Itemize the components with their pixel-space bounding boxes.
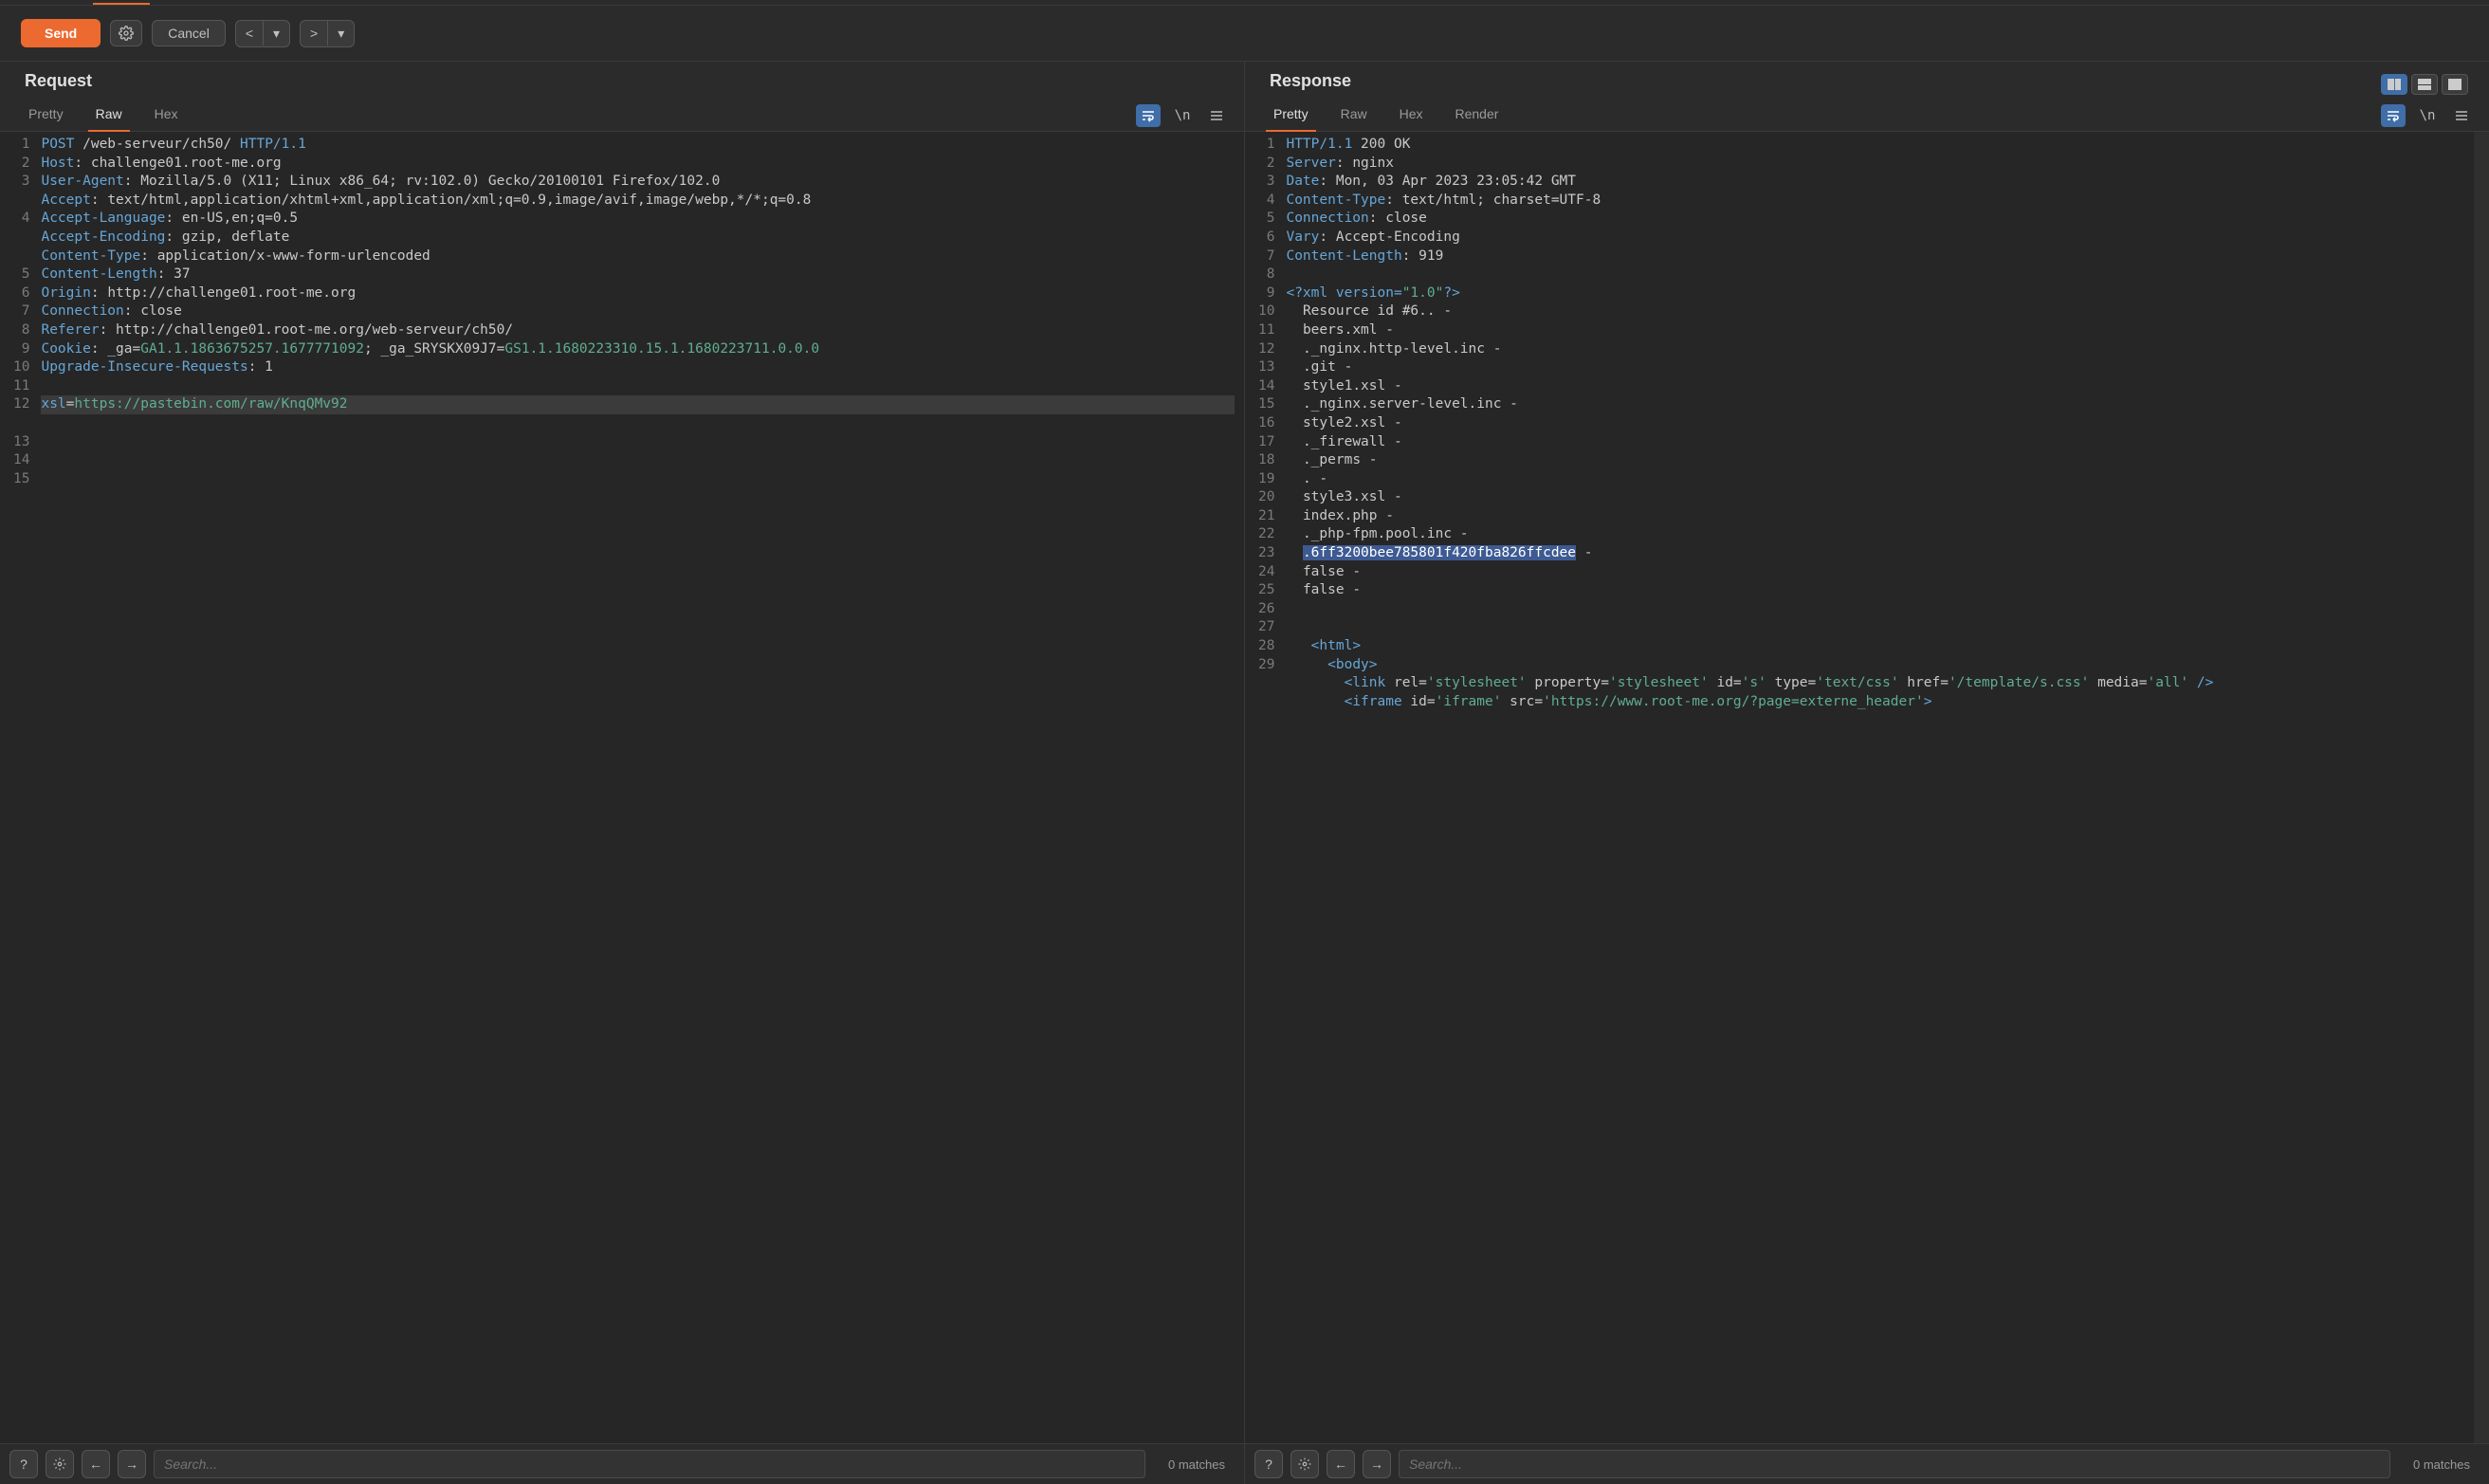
columns-icon: [2388, 79, 2401, 90]
search-next-button[interactable]: →: [1363, 1450, 1391, 1478]
response-code[interactable]: HTTP/1.1 200 OKServer: nginxDate: Mon, 0…: [1282, 132, 2474, 1443]
tab-hex[interactable]: Hex: [1396, 101, 1427, 131]
help-button[interactable]: ?: [9, 1450, 38, 1478]
hamburger-icon: [2454, 109, 2469, 122]
active-tab-indicator: [93, 3, 150, 5]
tab-raw[interactable]: Raw: [92, 101, 126, 131]
layout-single-button[interactable]: [2442, 74, 2468, 95]
response-panel: Response Pretty Raw Hex Render \n: [1245, 62, 2489, 1484]
editor-menu-button[interactable]: [2449, 104, 2474, 127]
gear-icon: [53, 1457, 66, 1471]
chevron-right-icon[interactable]: >: [301, 21, 328, 46]
search-prev-button[interactable]: ←: [82, 1450, 110, 1478]
show-nonprint-button[interactable]: \n: [2415, 104, 2440, 127]
hamburger-icon: [1209, 109, 1224, 122]
settings-button[interactable]: [110, 20, 142, 46]
top-tab-strip: [0, 0, 2489, 6]
arrow-left-icon: ←: [89, 1457, 102, 1472]
search-next-button[interactable]: →: [118, 1450, 146, 1478]
request-gutter: 123456789101112131415: [0, 132, 37, 1443]
prev-dropdown[interactable]: ▾: [264, 21, 289, 46]
arrow-right-icon: →: [1370, 1457, 1383, 1472]
response-matches: 0 matches: [2398, 1457, 2480, 1472]
tab-raw[interactable]: Raw: [1337, 101, 1371, 131]
response-editor[interactable]: 1234567891011121314151617181920212223242…: [1245, 132, 2489, 1443]
request-search-input[interactable]: [154, 1450, 1145, 1478]
next-button-group[interactable]: > ▾: [300, 20, 355, 47]
response-search-input[interactable]: [1399, 1450, 2390, 1478]
layout-rows-button[interactable]: [2411, 74, 2438, 95]
layout-toggle-group: [2381, 74, 2468, 95]
rows-icon: [2418, 79, 2431, 90]
request-panel: Request Pretty Raw Hex \n 1234567891011121…: [0, 62, 1245, 1484]
response-tabs: Pretty Raw Hex Render: [1270, 101, 1502, 131]
single-icon: [2448, 79, 2462, 90]
tab-hex[interactable]: Hex: [151, 101, 182, 131]
help-button[interactable]: ?: [1254, 1450, 1283, 1478]
wrap-toggle-button[interactable]: [2381, 104, 2406, 127]
response-settings-button[interactable]: [1290, 1450, 1319, 1478]
chevron-left-icon[interactable]: <: [236, 21, 264, 46]
newline-icon: \n: [2420, 108, 2436, 123]
response-gutter: 1234567891011121314151617181920212223242…: [1245, 132, 1282, 1443]
cancel-button[interactable]: Cancel: [152, 20, 226, 46]
request-search: [154, 1450, 1145, 1478]
wrap-toggle-button[interactable]: [1136, 104, 1161, 127]
response-title: Response: [1270, 71, 1351, 91]
arrow-right-icon: →: [125, 1457, 138, 1472]
help-icon: ?: [20, 1457, 27, 1472]
arrow-left-icon: ←: [1334, 1457, 1347, 1472]
help-icon: ?: [1265, 1457, 1272, 1472]
request-settings-button[interactable]: [46, 1450, 74, 1478]
response-footer: ? ← → 0 matches: [1245, 1443, 2489, 1484]
request-matches: 0 matches: [1153, 1457, 1235, 1472]
gear-icon: [119, 26, 134, 41]
request-editor[interactable]: 123456789101112131415 POST /web-serveur/…: [0, 132, 1244, 1443]
action-toolbar: Send Cancel < ▾ > ▾: [0, 6, 2489, 62]
wrap-icon: [2386, 109, 2401, 122]
editor-menu-button[interactable]: [1204, 104, 1229, 127]
prev-button-group[interactable]: < ▾: [235, 20, 290, 47]
next-dropdown[interactable]: ▾: [328, 21, 354, 46]
tab-render[interactable]: Render: [1452, 101, 1503, 131]
show-nonprint-button[interactable]: \n: [1170, 104, 1195, 127]
tab-pretty[interactable]: Pretty: [1270, 101, 1312, 131]
request-title: Request: [25, 71, 92, 91]
layout-columns-button[interactable]: [2381, 74, 2407, 95]
gear-icon: [1298, 1457, 1311, 1471]
response-scrollbar[interactable]: [2474, 132, 2489, 1443]
newline-icon: \n: [1175, 108, 1191, 123]
request-tabs: Pretty Raw Hex: [25, 101, 182, 131]
request-code[interactable]: POST /web-serveur/ch50/ HTTP/1.1Host: ch…: [37, 132, 1244, 1443]
request-footer: ? ← → 0 matches: [0, 1443, 1244, 1484]
tab-pretty[interactable]: Pretty: [25, 101, 67, 131]
wrap-icon: [1141, 109, 1156, 122]
search-prev-button[interactable]: ←: [1327, 1450, 1355, 1478]
send-button[interactable]: Send: [21, 19, 101, 47]
response-search: [1399, 1450, 2390, 1478]
